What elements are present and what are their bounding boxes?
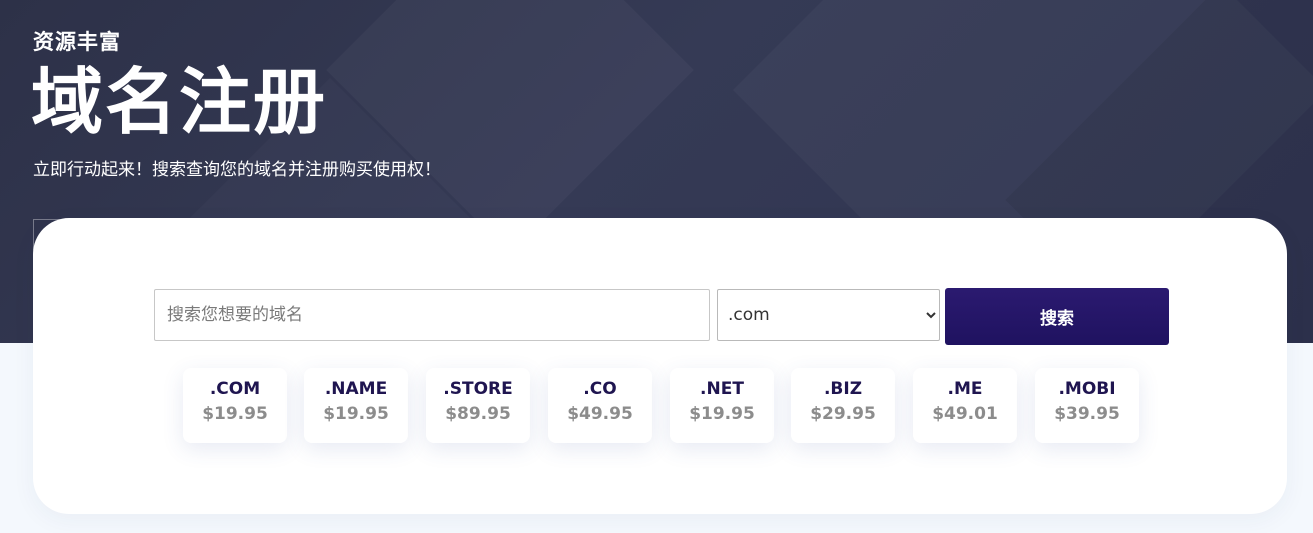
tld-name: .MOBI	[1058, 379, 1116, 399]
tld-name: .BIZ	[823, 379, 863, 399]
tld-price-list: .COM $19.95 .NAME $19.95 .STORE $89.95 .CO $49.…	[183, 368, 1143, 448]
tld-price: $39.95	[1054, 404, 1120, 424]
tld-item[interactable]: .COM $19.95	[183, 368, 287, 443]
tld-name: .NAME	[324, 379, 388, 399]
tld-item[interactable]: .CO $49.95	[548, 368, 652, 443]
tld-price: $19.95	[323, 404, 389, 424]
domain-registration-page: 资源丰富 域名注册 立即行动起来！搜索查询您的域名并注册购买使用权！ .com …	[0, 0, 1313, 533]
tld-item[interactable]: .MOBI $39.95	[1035, 368, 1139, 443]
tld-price: $29.95	[810, 404, 876, 424]
tld-name: .STORE	[443, 379, 513, 399]
search-button[interactable]: 搜索	[945, 288, 1169, 345]
tld-price: $19.95	[689, 404, 755, 424]
tld-name: .ME	[947, 379, 983, 399]
tld-item[interactable]: .NAME $19.95	[304, 368, 408, 443]
tld-price: $49.01	[932, 404, 998, 424]
hero-subtitle: 立即行动起来！搜索查询您的域名并注册购买使用权！	[33, 160, 441, 180]
tld-price: $49.95	[567, 404, 633, 424]
tld-item[interactable]: .ME $49.01	[913, 368, 1017, 443]
tld-price: $19.95	[202, 404, 268, 424]
tld-name: .COM	[209, 379, 261, 399]
hero-eyebrow: 资源丰富	[33, 30, 121, 54]
tld-select[interactable]: .com	[717, 289, 940, 341]
tld-price: $89.95	[445, 404, 511, 424]
domain-search-card: .com 搜索 .COM $19.95 .NAME $19.95 .STORE $89.9…	[33, 218, 1287, 514]
tld-item[interactable]: .STORE $89.95	[426, 368, 530, 443]
tld-name: .CO	[583, 379, 617, 399]
page-title: 域名注册	[31, 60, 328, 144]
domain-search-input[interactable]	[154, 289, 710, 341]
tld-item[interactable]: .NET $19.95	[670, 368, 774, 443]
hero-decoration	[326, 0, 694, 254]
tld-item[interactable]: .BIZ $29.95	[791, 368, 895, 443]
tld-name: .NET	[700, 379, 744, 399]
